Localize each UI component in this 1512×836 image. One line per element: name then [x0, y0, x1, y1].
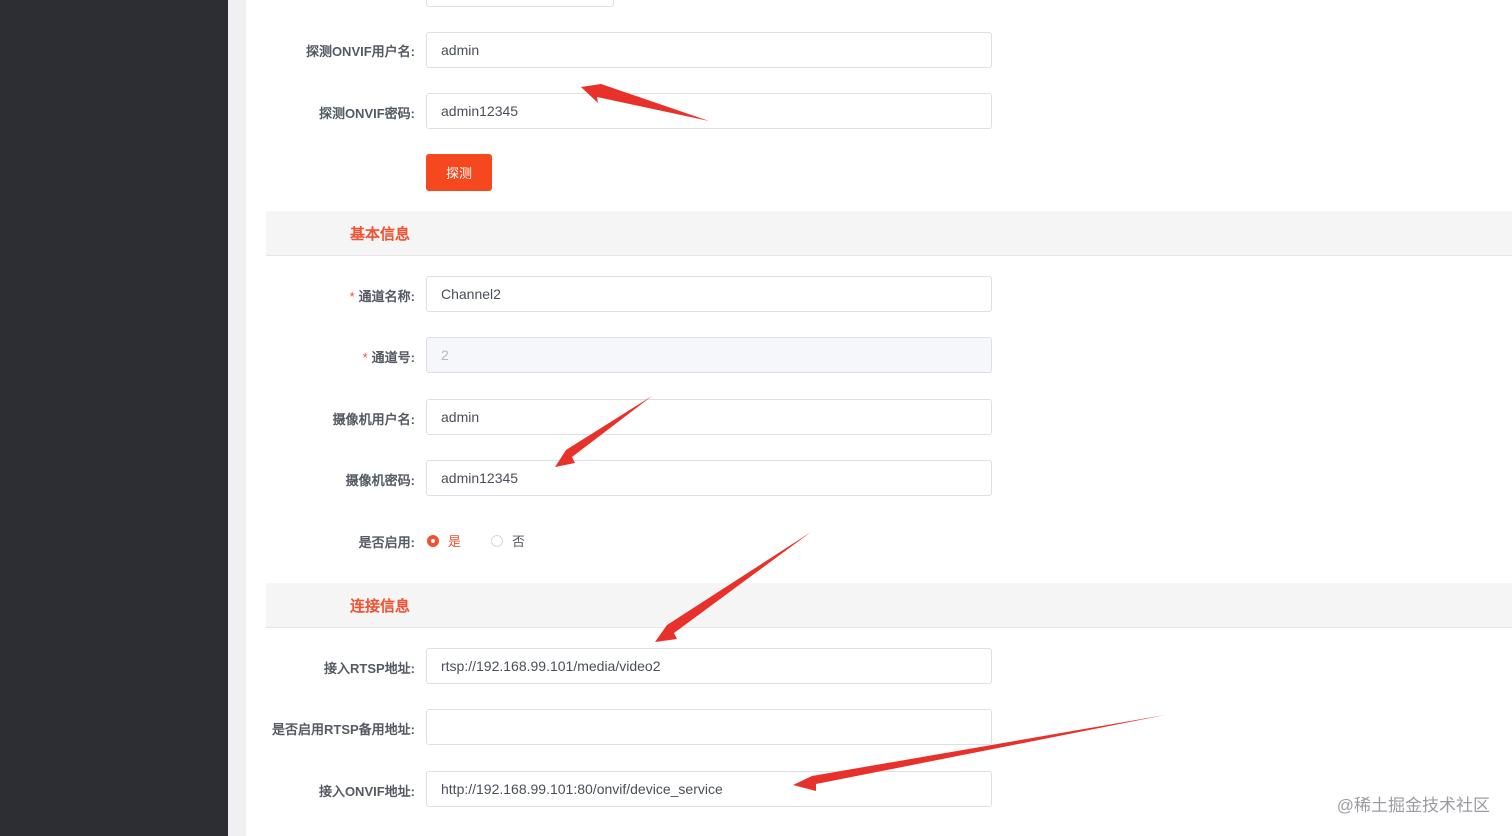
required-mark: *: [349, 289, 355, 304]
enabled-yes-label: 是: [448, 534, 462, 549]
camera-password-label: 摄像机密码:: [345, 473, 415, 488]
detect-onvif-password-label: 探测ONVIF密码:: [318, 106, 415, 121]
rtsp-backup-label: 是否启用RTSP备用地址:: [271, 722, 415, 737]
detect-onvif-password-input[interactable]: [426, 93, 992, 129]
sidebar: [0, 0, 228, 836]
onvif-address-input[interactable]: [426, 771, 992, 807]
channel-number-label: * 通道号:: [363, 347, 415, 366]
connection-info-section-title: 连接信息: [350, 598, 411, 615]
watermark: @稀土掘金技术社区: [1336, 796, 1490, 815]
sidebar-gutter: [228, 0, 246, 836]
camera-username-input[interactable]: [426, 399, 992, 435]
detect-onvif-username-input[interactable]: [426, 32, 992, 68]
onvif-address-label: 接入ONVIF地址:: [318, 784, 415, 799]
rtsp-backup-input[interactable]: [426, 709, 992, 745]
required-mark: *: [362, 350, 368, 365]
rtsp-address-label: 接入RTSP地址:: [323, 661, 415, 676]
radio-unchecked-icon: [491, 534, 503, 547]
camera-password-input[interactable]: [426, 460, 992, 496]
enabled-yes-radio[interactable]: 是: [427, 531, 461, 550]
channel-name-label: * 通道名称:: [350, 286, 415, 305]
radio-checked-icon: [427, 534, 439, 547]
enabled-label: 是否启用:: [358, 535, 415, 550]
enabled-no-label: 否: [512, 534, 526, 549]
connection-info-section-header: 连接信息: [266, 583, 1512, 628]
basic-info-section-title: 基本信息: [350, 226, 411, 243]
rtsp-address-input[interactable]: [426, 648, 992, 684]
basic-info-section-header: 基本信息: [266, 211, 1512, 256]
detect-onvif-username-label: 探测ONVIF用户名:: [305, 44, 415, 59]
enabled-no-radio[interactable]: 否: [491, 531, 525, 550]
channel-name-input[interactable]: [426, 276, 992, 312]
detect-button[interactable]: 探测: [426, 154, 492, 191]
partial-input-field[interactable]: [426, 0, 614, 7]
channel-number-input: [426, 337, 992, 373]
camera-username-label: 摄像机用户名:: [332, 412, 415, 427]
channel-number-label-text: 通道号:: [371, 350, 415, 365]
channel-name-label-text: 通道名称:: [358, 289, 415, 304]
